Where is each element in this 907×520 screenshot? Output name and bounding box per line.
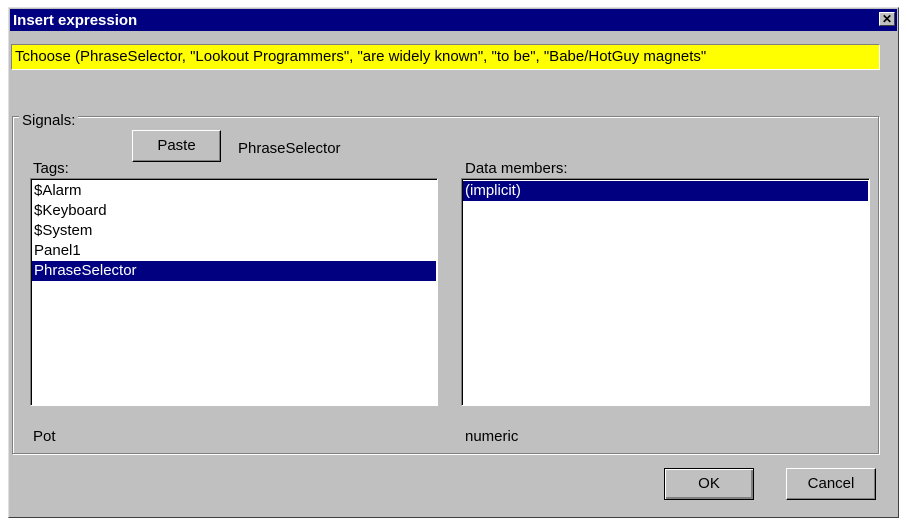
tag-list-item[interactable]: PhraseSelector bbox=[32, 261, 436, 281]
data-members-label: Data members: bbox=[465, 160, 568, 177]
paste-button[interactable]: Paste bbox=[132, 130, 221, 162]
cancel-button[interactable]: Cancel bbox=[786, 468, 876, 500]
window-title: Insert expression bbox=[13, 12, 138, 29]
signals-group-label: Signals: bbox=[19, 113, 79, 129]
paste-target-label: PhraseSelector bbox=[238, 140, 341, 157]
tags-label: Tags: bbox=[33, 160, 69, 177]
close-icon: ✕ bbox=[881, 12, 893, 26]
tag-list-item[interactable]: Panel1 bbox=[32, 241, 436, 261]
expression-input[interactable]: Tchoose (PhraseSelector, "Lookout Progra… bbox=[11, 44, 880, 70]
member-type-label: numeric bbox=[465, 428, 519, 445]
close-button[interactable]: ✕ bbox=[879, 12, 895, 26]
tag-list-item[interactable]: $System bbox=[32, 221, 436, 241]
data-members-listbox[interactable]: (implicit) bbox=[461, 178, 870, 406]
tag-type-label: Pot bbox=[33, 428, 56, 445]
tags-listbox[interactable]: $Alarm $Keyboard $System Panel1 PhraseSelect… bbox=[30, 178, 438, 406]
tag-list-item[interactable]: $Alarm bbox=[32, 181, 436, 201]
title-bar[interactable]: Insert expression ✕ bbox=[10, 9, 897, 31]
ok-button[interactable]: OK bbox=[664, 468, 754, 500]
tag-list-item[interactable]: $Keyboard bbox=[32, 201, 436, 221]
data-member-list-item[interactable]: (implicit) bbox=[463, 181, 868, 201]
